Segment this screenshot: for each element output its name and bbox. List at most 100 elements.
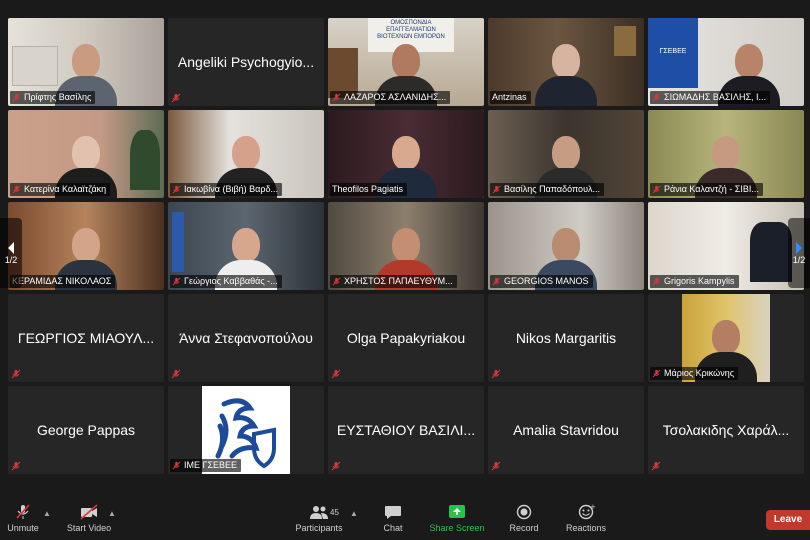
participant-tile[interactable]: Amalia Stavridou: [488, 386, 644, 474]
participant-name: Πρίφτης Βασίλης: [10, 91, 96, 104]
participant-tile[interactable]: Ιακωβίνα (Βιβή) Βαρδ...: [168, 110, 324, 198]
chat-button[interactable]: Chat: [376, 504, 410, 533]
participant-name: Antzinas: [490, 91, 531, 104]
chat-icon: [385, 506, 401, 519]
unmute-button[interactable]: Unmute: [6, 504, 40, 533]
participant-tile[interactable]: ΟΜΟΣΠΟΝΔΙΑ ΕΠΑΓΓΕΛΜΑΤΙΩΝ ΒΙΟΤΕΧΝΩΝ ΕΜΠΟΡ…: [328, 18, 484, 106]
muted-mic-icon: [332, 93, 341, 102]
svg-text:+: +: [590, 504, 596, 511]
participant-tile[interactable]: Πρίφτης Βασίλης: [8, 18, 164, 106]
participant-tile[interactable]: Angeliki Psychogyio...: [168, 18, 324, 106]
participant-name: ΚΕΡΑΜΙΔΑΣ ΝΙΚΟΛΑΟΣ: [10, 275, 116, 288]
muted-mic-icon: [171, 369, 181, 379]
participant-name: ΛΑΖΑΡΟΣ ΑΣΛΑΝΙΔΗΣ...: [330, 91, 451, 104]
muted-mic-icon: [11, 461, 21, 471]
muted-mic-icon: [652, 369, 661, 378]
muted-mic-icon: [12, 185, 21, 194]
record-button[interactable]: Record: [506, 504, 542, 533]
participant-tile[interactable]: ΓΕΩΡΓΙΟΣ ΜΙΑΟΥΛ...: [8, 294, 164, 382]
participant-tile[interactable]: Ράνια Καλαντζή - ΣΙΒΙ...: [648, 110, 804, 198]
muted-mic-icon: [16, 504, 30, 519]
participants-options-caret-icon[interactable]: ▲: [350, 509, 358, 518]
gsevee-logo-text: ΓΣΕΒΕΕ: [648, 18, 698, 88]
chevron-right-icon: [796, 242, 802, 254]
muted-mic-icon: [492, 277, 501, 286]
muted-mic-icon: [171, 93, 181, 103]
participant-grid: Πρίφτης Βασίλης Angeliki Psychogyio... Ο…: [8, 18, 804, 474]
previous-page-button[interactable]: 1/2: [0, 218, 22, 288]
muted-mic-icon: [172, 277, 181, 286]
participant-tile[interactable]: Κατερίνα Καλαϊτζάκη: [8, 110, 164, 198]
participant-tile-active-speaker[interactable]: Theofilos Pagiatis: [328, 110, 484, 198]
participant-tile[interactable]: ΓΣΕΒΕΕ ΣΙΩΜΑΔΗΣ ΒΑΣΙΛΗΣ, Ι...: [648, 18, 804, 106]
participant-tile[interactable]: Antzinas: [488, 18, 644, 106]
page-indicator: 1/2: [4, 255, 18, 265]
participant-name: Μάριος Κρικώνης: [650, 367, 739, 380]
share-screen-button[interactable]: Share Screen: [426, 504, 488, 533]
leave-meeting-button[interactable]: Leave: [766, 510, 810, 530]
meeting-toolbar: Unmute ▲ Start Video ▲ Participants 45 ▲…: [0, 500, 810, 540]
participant-name: ΕΥΣΤΑΘΙΟΥ ΒΑΣΙΛΙ...: [336, 422, 476, 438]
participant-name: George Pappas: [36, 422, 136, 438]
participant-name: Τσολακιδης Χαράλ...: [662, 422, 790, 438]
participant-name: Βασίλης Παπαδόπουλ...: [490, 183, 604, 196]
participant-tile[interactable]: Τσολακιδης Χαράλ...: [648, 386, 804, 474]
participant-name: Ιακωβίνα (Βιβή) Βαρδ...: [170, 183, 283, 196]
participant-name: Theofilos Pagiatis: [330, 183, 408, 196]
participant-tile[interactable]: GEORGIOS MANOS: [488, 202, 644, 290]
muted-mic-icon: [492, 185, 501, 194]
participant-tile[interactable]: ΧΡΗΣΤΟΣ ΠΑΠΑΕΥΘΥΜ...: [328, 202, 484, 290]
participant-name: Ράνια Καλαντζή - ΣΙΒΙ...: [650, 183, 763, 196]
participant-name: Γεώργιος Καββαθάς -...: [170, 275, 282, 288]
video-off-icon: [80, 504, 98, 520]
participant-tile[interactable]: Grigoris Kampylis: [648, 202, 804, 290]
participant-tile[interactable]: Μάριος Κρικώνης: [648, 294, 804, 382]
muted-mic-icon: [652, 185, 661, 194]
participant-name: ΙΜΕ ΓΣΕΒΕΕ: [170, 459, 242, 472]
record-icon: [516, 504, 532, 520]
zoom-meeting-window: Πρίφτης Βασίλης Angeliki Psychogyio... Ο…: [0, 0, 810, 540]
participants-count: 45: [330, 508, 339, 517]
participant-name: Amalia Stavridou: [513, 422, 619, 438]
muted-mic-icon: [491, 369, 501, 379]
participants-icon: [310, 506, 328, 519]
muted-mic-icon: [11, 369, 21, 379]
muted-mic-icon: [651, 461, 661, 471]
muted-mic-icon: [172, 461, 181, 470]
video-options-caret-icon[interactable]: ▲: [108, 509, 116, 518]
muted-mic-icon: [652, 93, 661, 102]
participant-name: Άννα Στεφανοπούλου: [179, 330, 313, 346]
chevron-left-icon: [8, 242, 14, 254]
muted-mic-icon: [332, 277, 341, 286]
muted-mic-icon: [491, 461, 501, 471]
audio-options-caret-icon[interactable]: ▲: [43, 509, 51, 518]
muted-mic-icon: [12, 93, 21, 102]
next-page-button[interactable]: 1/2: [788, 218, 810, 288]
participant-name: Angeliki Psychogyio...: [177, 54, 315, 70]
participant-tile[interactable]: ΙΜΕ ΓΣΕΒΕΕ: [168, 386, 324, 474]
muted-mic-icon: [652, 277, 661, 286]
participant-name: Nikos Margaritis: [515, 330, 617, 346]
page-indicator: 1/2: [792, 255, 806, 265]
participant-tile[interactable]: ΚΕΡΑΜΙΔΑΣ ΝΙΚΟΛΑΟΣ: [8, 202, 164, 290]
participant-name: ΣΙΩΜΑΔΗΣ ΒΑΣΙΛΗΣ, Ι...: [650, 91, 771, 104]
participant-tile[interactable]: Nikos Margaritis: [488, 294, 644, 382]
reactions-smiley-icon: +: [578, 504, 596, 520]
participant-name: Olga Papakyriakou: [346, 330, 466, 346]
muted-mic-icon: [172, 185, 181, 194]
participant-tile[interactable]: ΕΥΣΤΑΘΙΟΥ ΒΑΣΙΛΙ...: [328, 386, 484, 474]
reactions-button[interactable]: + Reactions: [564, 504, 608, 533]
participant-tile[interactable]: Olga Papakyriakou: [328, 294, 484, 382]
participant-name: ΧΡΗΣΤΟΣ ΠΑΠΑΕΥΘΥΜ...: [330, 275, 457, 288]
muted-mic-icon: [331, 369, 341, 379]
muted-mic-icon: [331, 461, 341, 471]
participant-name: Grigoris Kampylis: [650, 275, 739, 288]
participant-name: ΓΕΩΡΓΙΟΣ ΜΙΑΟΥΛ...: [17, 330, 155, 346]
participant-tile[interactable]: George Pappas: [8, 386, 164, 474]
share-screen-icon: [449, 505, 465, 518]
participant-tile[interactable]: Βασίλης Παπαδόπουλ...: [488, 110, 644, 198]
participant-tile[interactable]: Άννα Στεφανοπούλου: [168, 294, 324, 382]
participant-name: GEORGIOS MANOS: [490, 275, 593, 288]
participant-name: Κατερίνα Καλαϊτζάκη: [10, 183, 111, 196]
participant-tile[interactable]: Γεώργιος Καββαθάς -...: [168, 202, 324, 290]
